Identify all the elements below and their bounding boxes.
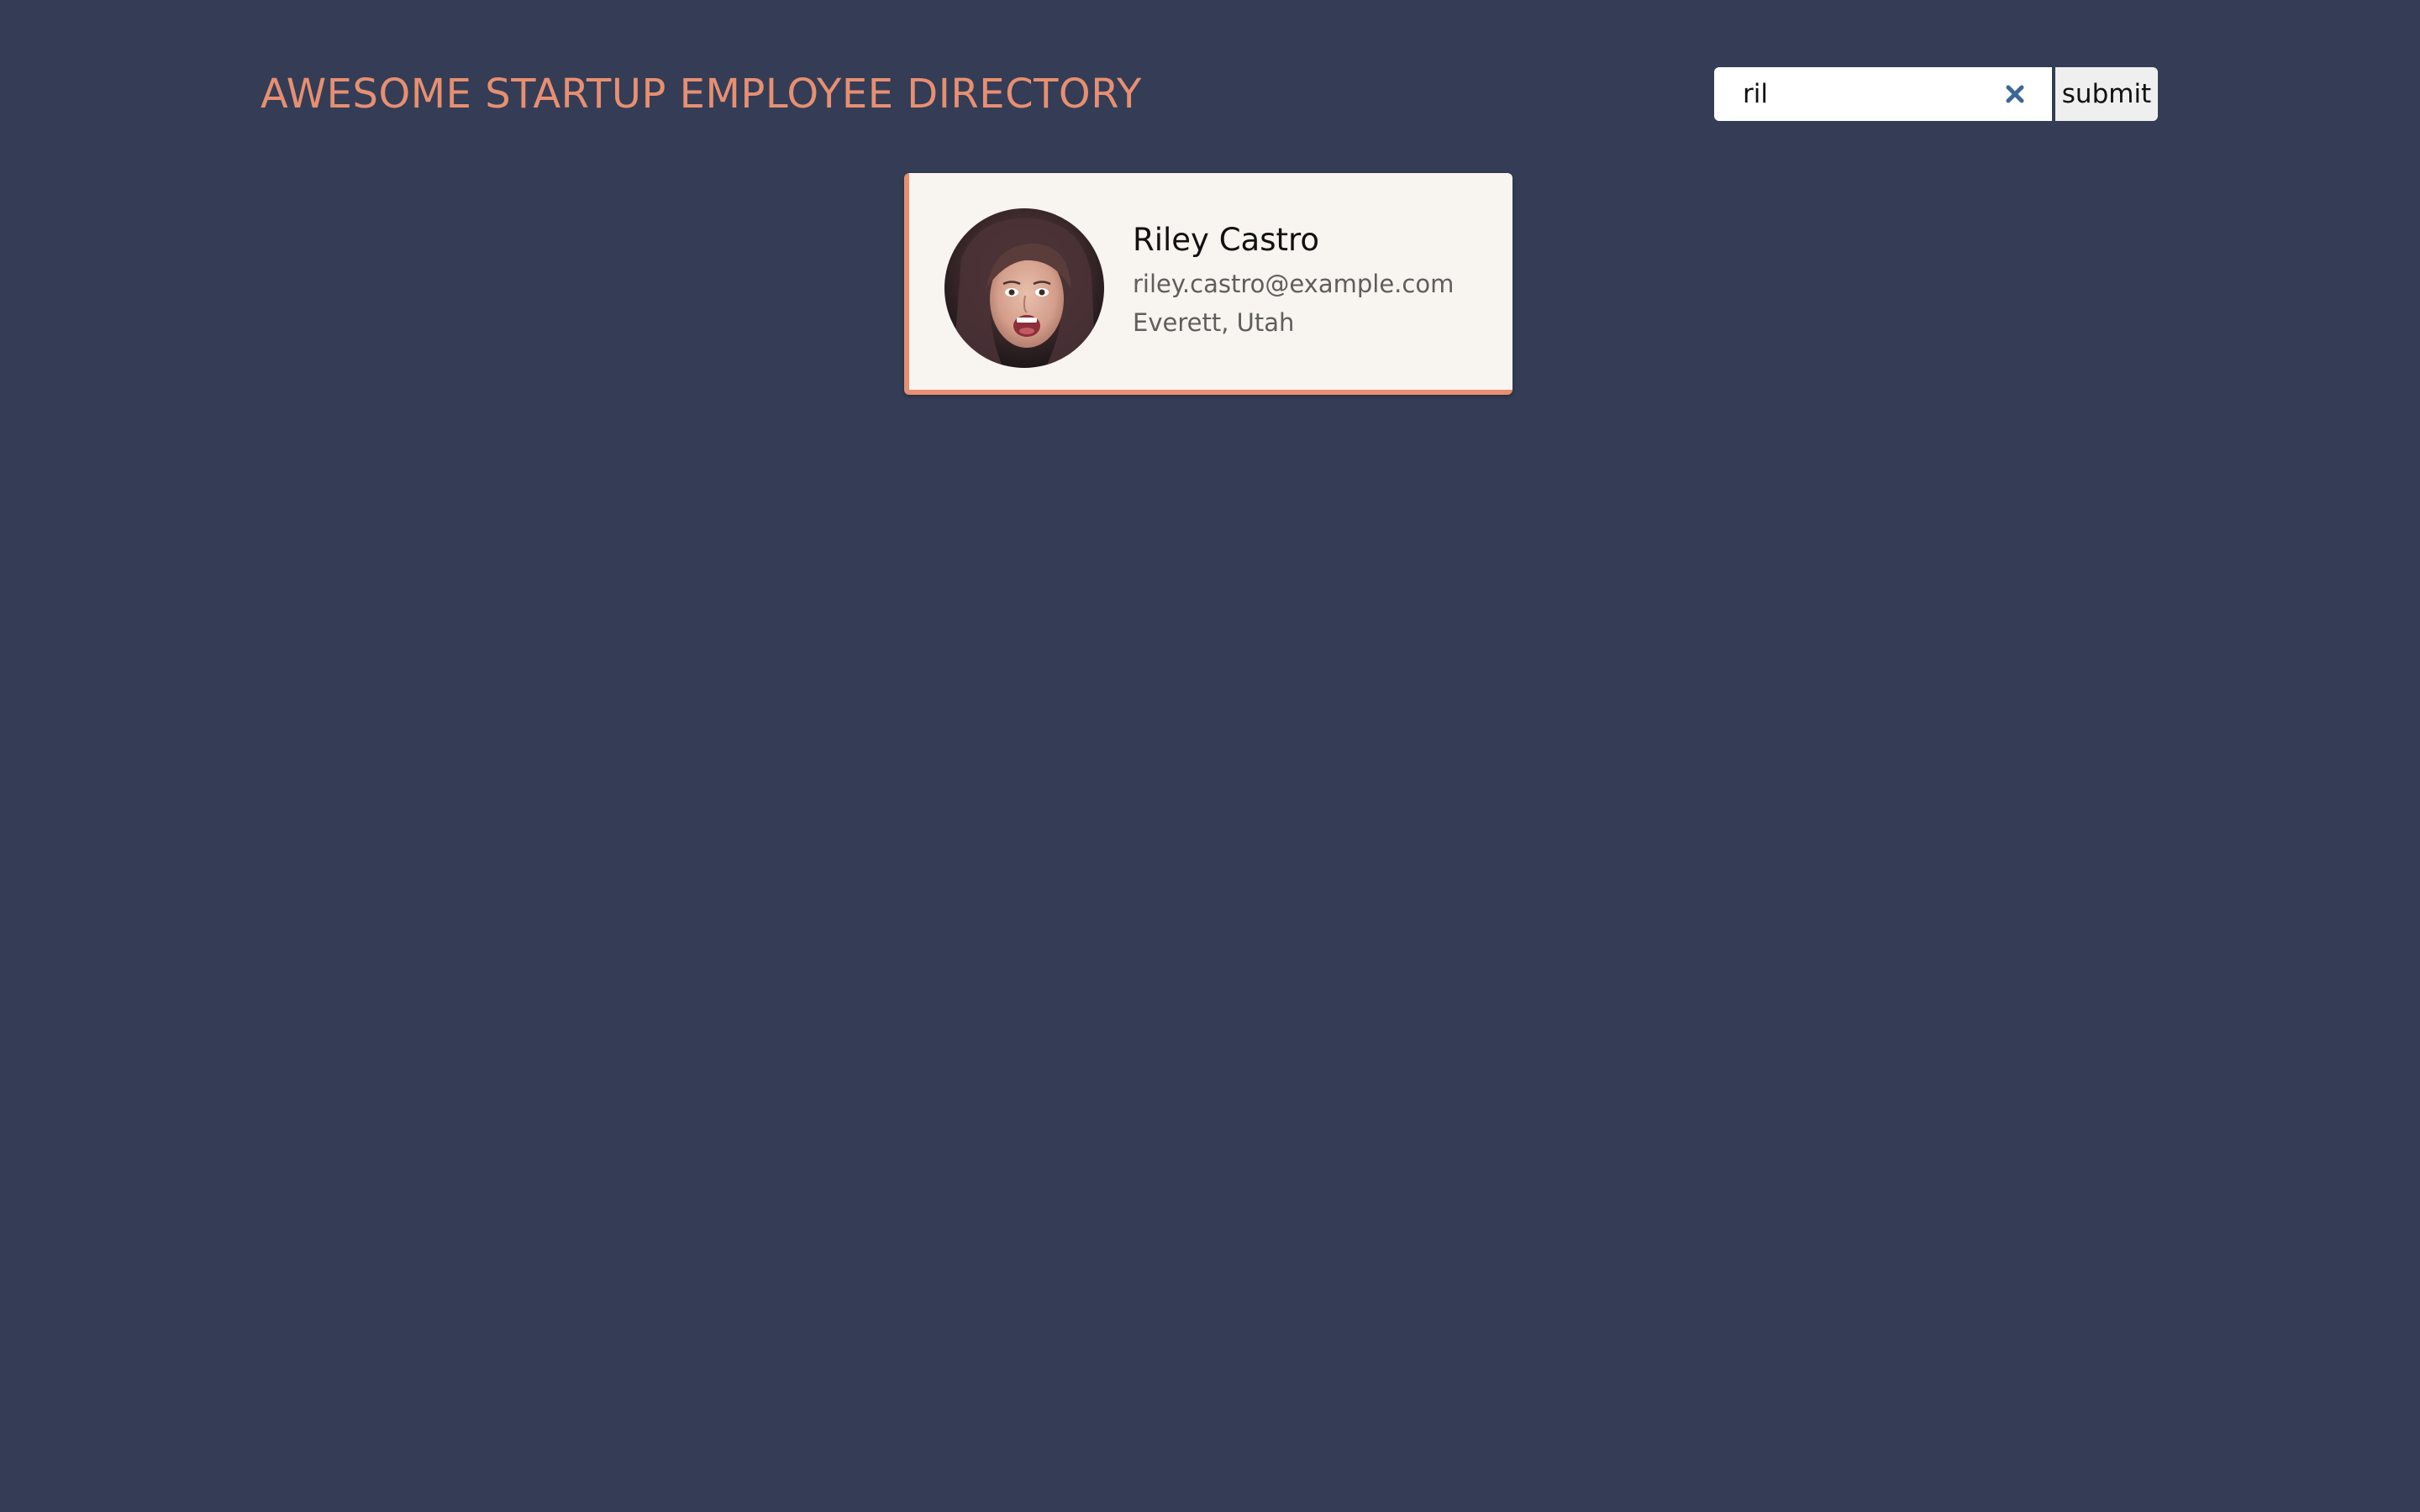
card-info: Riley Castro riley.castro@example.com Ev…	[1133, 222, 1454, 337]
employee-name: Riley Castro	[1133, 222, 1320, 258]
search-form: submit	[1714, 67, 2158, 121]
close-icon[interactable]	[2003, 82, 2027, 106]
avatar	[944, 208, 1104, 368]
page-title: AWESOME STARTUP EMPLOYEE DIRECTORY	[260, 71, 1142, 118]
employee-card[interactable]: Riley Castro riley.castro@example.com Ev…	[904, 173, 1512, 395]
search-box	[1714, 67, 2052, 121]
employee-directory-page: AWESOME STARTUP EMPLOYEE DIRECTORY submi…	[0, 0, 2420, 1512]
employee-location: Everett, Utah	[1133, 308, 1295, 337]
employee-email: riley.castro@example.com	[1133, 270, 1455, 298]
submit-button[interactable]: submit	[2055, 67, 2158, 121]
search-input[interactable]	[1714, 67, 2000, 121]
